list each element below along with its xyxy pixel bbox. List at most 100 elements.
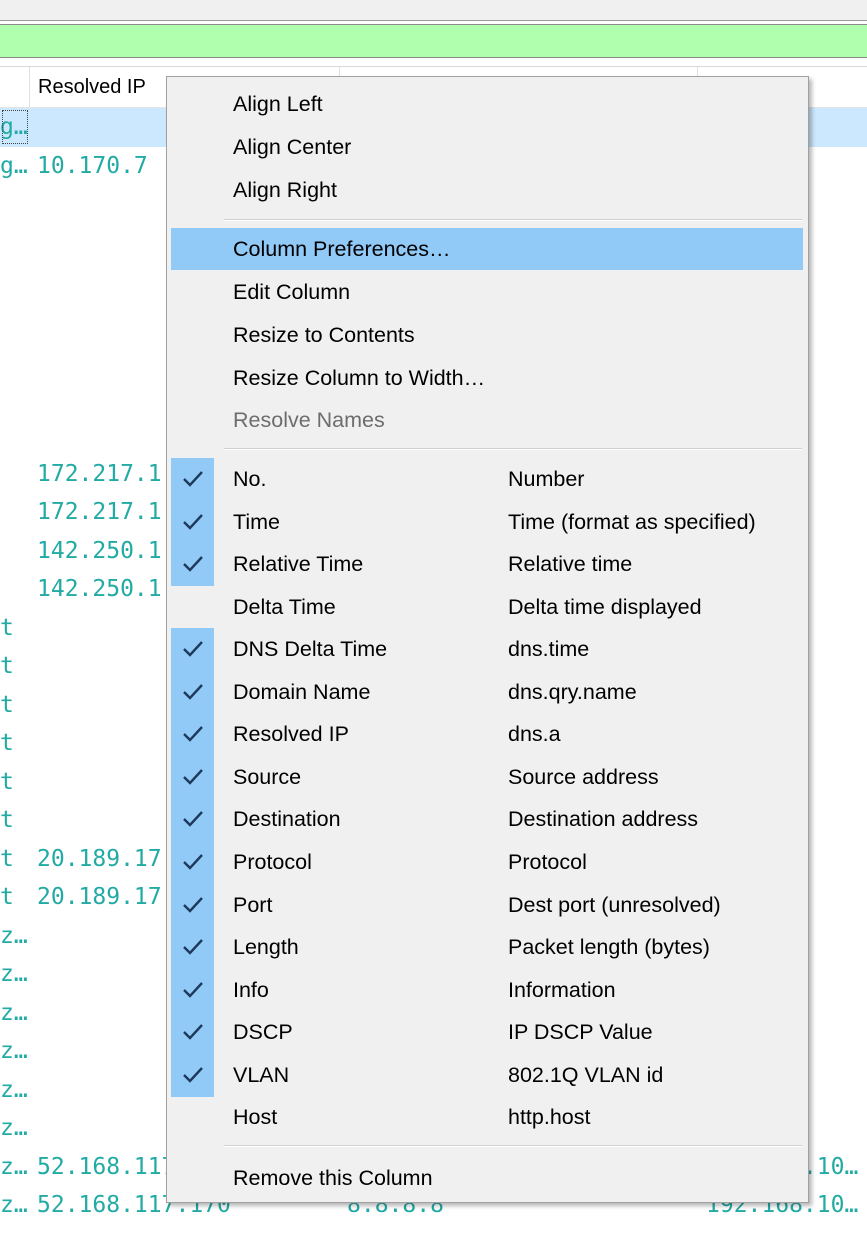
menu-column-field: Source address bbox=[508, 764, 659, 789]
check-icon bbox=[171, 926, 214, 970]
column-header-0[interactable] bbox=[0, 67, 30, 108]
toolbar bbox=[0, 0, 867, 21]
menu-item-resolve-names: Resolve Names bbox=[171, 399, 803, 441]
menu-item-label: Align Right bbox=[233, 178, 337, 202]
menu-column-field: Dest port (unresolved) bbox=[508, 892, 721, 917]
menu-column-toggle-vlan[interactable]: VLAN 802.1Q VLAN id bbox=[171, 1053, 803, 1097]
packet-cell: t bbox=[0, 614, 14, 641]
menu-column-field: Destination address bbox=[508, 807, 699, 832]
menu-column-label: Destination bbox=[233, 807, 341, 832]
packet-cell: z… bbox=[0, 1038, 28, 1064]
menu-column-field: dns.a bbox=[508, 722, 561, 747]
packet-cell: t bbox=[0, 884, 14, 910]
menu-item-label: Edit Column bbox=[233, 280, 351, 304]
packet-cell: z… bbox=[0, 1192, 28, 1218]
check-icon bbox=[171, 713, 214, 757]
menu-column-toggle-no[interactable]: No. Number bbox=[171, 458, 803, 501]
menu-item-label: Align Left bbox=[233, 92, 323, 116]
packet-cell: z… bbox=[0, 999, 28, 1026]
menu-column-label: Time bbox=[233, 509, 280, 534]
menu-column-toggle-dns-delta-time[interactable]: DNS Delta Time dns.time bbox=[171, 628, 803, 672]
menu-item-remove-column[interactable]: Remove this Column bbox=[171, 1157, 803, 1199]
menu-column-field: IP DSCP Value bbox=[508, 1020, 653, 1045]
packet-cell: z… bbox=[0, 1076, 28, 1103]
menu-column-toggle-destination[interactable]: Destination Destination address bbox=[171, 798, 803, 842]
menu-item-resize-column-to-width[interactable]: Resize Column to Width… bbox=[171, 357, 803, 399]
menu-column-field: Time (format as specified) bbox=[508, 509, 756, 534]
check-icon bbox=[171, 1011, 214, 1055]
menu-column-field: Delta time displayed bbox=[508, 594, 702, 619]
menu-column-toggle-length[interactable]: Length Packet length (bytes) bbox=[171, 926, 803, 970]
menu-column-field: Protocol bbox=[508, 849, 587, 874]
menu-column-label: Delta Time bbox=[233, 594, 336, 619]
packet-cell: z… bbox=[0, 1153, 28, 1180]
check-icon bbox=[171, 543, 214, 587]
menu-column-toggle-resolved-ip[interactable]: Resolved IP dns.a bbox=[171, 713, 803, 757]
menu-column-toggle-domain-name[interactable]: Domain Name dns.qry.name bbox=[171, 670, 803, 714]
menu-column-label: Port bbox=[233, 892, 273, 917]
menu-column-field: dns.qry.name bbox=[508, 679, 637, 704]
menu-separator bbox=[224, 219, 802, 221]
check-icon bbox=[171, 458, 214, 501]
menu-column-field: 802.1Q VLAN id bbox=[508, 1062, 664, 1087]
menu-column-field: Information bbox=[508, 977, 616, 1002]
menu-item-align-left[interactable]: Align Left bbox=[171, 83, 803, 125]
menu-separator bbox=[224, 1145, 802, 1147]
packet-cell: g… bbox=[0, 152, 28, 179]
packet-cell: t bbox=[0, 768, 14, 795]
menu-item-label: Resize Column to Width… bbox=[233, 366, 486, 390]
menu-column-field: Number bbox=[508, 467, 585, 491]
check-icon bbox=[171, 798, 214, 842]
menu-item-edit-column[interactable]: Edit Column bbox=[171, 271, 803, 313]
menu-column-label: Info bbox=[233, 977, 269, 1002]
check-icon bbox=[171, 670, 214, 714]
menu-item-label: Column Preferences… bbox=[233, 237, 451, 261]
packet-cell: z… bbox=[0, 961, 28, 987]
menu-column-label: Source bbox=[233, 764, 302, 789]
packet-cell: t bbox=[0, 845, 14, 872]
check-icon bbox=[171, 628, 214, 672]
menu-column-field: Relative time bbox=[508, 552, 633, 577]
check-icon bbox=[171, 968, 214, 1012]
menu-column-label: Length bbox=[233, 935, 299, 960]
menu-item-align-right[interactable]: Align Right bbox=[171, 169, 803, 211]
menu-column-toggle-source[interactable]: Source Source address bbox=[171, 755, 803, 799]
menu-item-resize-to-contents[interactable]: Resize to Contents bbox=[171, 314, 803, 356]
packet-cell: z… bbox=[0, 922, 28, 949]
menu-column-label: Domain Name bbox=[233, 679, 371, 704]
packet-cell: t bbox=[0, 730, 14, 756]
menu-column-label: No. bbox=[233, 467, 267, 491]
menu-column-label: DNS Delta Time bbox=[233, 637, 388, 662]
packet-cell: t bbox=[0, 807, 14, 833]
menu-item-align-center[interactable]: Align Center bbox=[171, 126, 803, 168]
menu-separator bbox=[224, 448, 802, 450]
check-icon bbox=[171, 1053, 214, 1097]
menu-column-toggle-time[interactable]: Time Time (format as specified) bbox=[171, 500, 803, 544]
menu-column-toggle-port[interactable]: Port Dest port (unresolved) bbox=[171, 883, 803, 927]
packet-cell: g… bbox=[0, 108, 30, 146]
menu-column-field: Packet length (bytes) bbox=[508, 935, 710, 960]
menu-column-toggle-relative-time[interactable]: Relative Time Relative time bbox=[171, 543, 803, 587]
packet-cell: t bbox=[0, 691, 14, 718]
packet-cell: z… bbox=[0, 1115, 28, 1141]
menu-column-label: DSCP bbox=[233, 1020, 293, 1045]
check-icon bbox=[171, 755, 214, 799]
menu-column-toggle-dscp[interactable]: DSCP IP DSCP Value bbox=[171, 1011, 803, 1055]
menu-column-toggle-delta-time[interactable]: Delta Time Delta time displayed bbox=[171, 586, 803, 628]
menu-column-field: dns.time bbox=[508, 637, 590, 662]
menu-column-label: Host bbox=[233, 1105, 278, 1130]
check-icon bbox=[171, 883, 214, 927]
menu-item-label: Align Center bbox=[233, 135, 352, 159]
menu-column-label: Relative Time bbox=[233, 552, 364, 577]
menu-column-toggle-protocol[interactable]: Protocol Protocol bbox=[171, 840, 803, 884]
menu-column-label: VLAN bbox=[233, 1062, 290, 1087]
menu-column-label: Protocol bbox=[233, 849, 312, 874]
packet-cell: t bbox=[0, 653, 14, 679]
menu-item-label: Resize to Contents bbox=[233, 323, 415, 347]
display-filter-bar[interactable] bbox=[0, 24, 867, 58]
menu-item-column-preferences[interactable]: Column Preferences… bbox=[171, 228, 803, 270]
menu-column-label: Resolved IP bbox=[233, 722, 349, 747]
menu-column-field: http.host bbox=[508, 1105, 591, 1130]
menu-column-toggle-host[interactable]: Host http.host bbox=[171, 1096, 803, 1138]
menu-column-toggle-info[interactable]: Info Information bbox=[171, 968, 803, 1012]
